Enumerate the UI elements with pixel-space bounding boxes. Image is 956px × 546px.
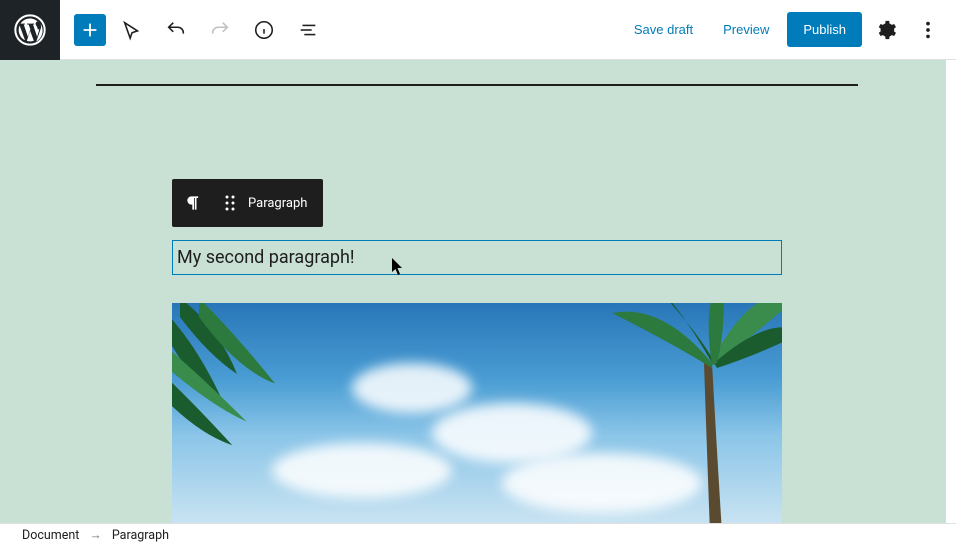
preview-button[interactable]: Preview <box>711 12 781 47</box>
info-icon[interactable] <box>246 12 282 48</box>
mouse-cursor-icon <box>392 258 406 276</box>
outline-icon[interactable] <box>290 12 326 48</box>
publish-button[interactable]: Publish <box>787 12 862 47</box>
settings-gear-icon[interactable] <box>868 12 904 48</box>
toolbar-left-group <box>60 12 326 48</box>
wordpress-logo[interactable] <box>0 0 60 60</box>
image-block[interactable] <box>172 303 782 523</box>
redo-button <box>202 12 238 48</box>
paragraph-block-selected[interactable]: My second paragraph! <box>172 240 782 275</box>
more-options-icon[interactable] <box>910 12 946 48</box>
breadcrumb-bar: Document → Paragraph <box>0 523 956 546</box>
editor-top-toolbar: Save draft Preview Publish <box>0 0 956 60</box>
palm-tree-right <box>602 303 782 523</box>
tools-icon[interactable] <box>114 12 150 48</box>
editor-canvas[interactable]: My first paragraph! Paragraph My second … <box>0 60 946 523</box>
paragraph-block-type-icon[interactable] <box>172 179 216 227</box>
palm-tree-left <box>172 303 332 493</box>
block-type-label[interactable]: Paragraph <box>244 196 323 211</box>
block-toolbar: Paragraph <box>172 179 323 227</box>
breadcrumb-root[interactable]: Document <box>22 528 79 543</box>
undo-button[interactable] <box>158 12 194 48</box>
breadcrumb-separator: → <box>89 528 102 543</box>
drag-handle-icon[interactable] <box>216 194 244 212</box>
add-block-button[interactable] <box>74 14 106 46</box>
title-separator <box>96 84 858 86</box>
sidebar-collapsed-edge <box>946 60 956 523</box>
save-draft-button[interactable]: Save draft <box>622 12 705 47</box>
image-content <box>172 303 782 523</box>
breadcrumb-current[interactable]: Paragraph <box>112 528 169 543</box>
toolbar-right-group: Save draft Preview Publish <box>622 12 956 48</box>
